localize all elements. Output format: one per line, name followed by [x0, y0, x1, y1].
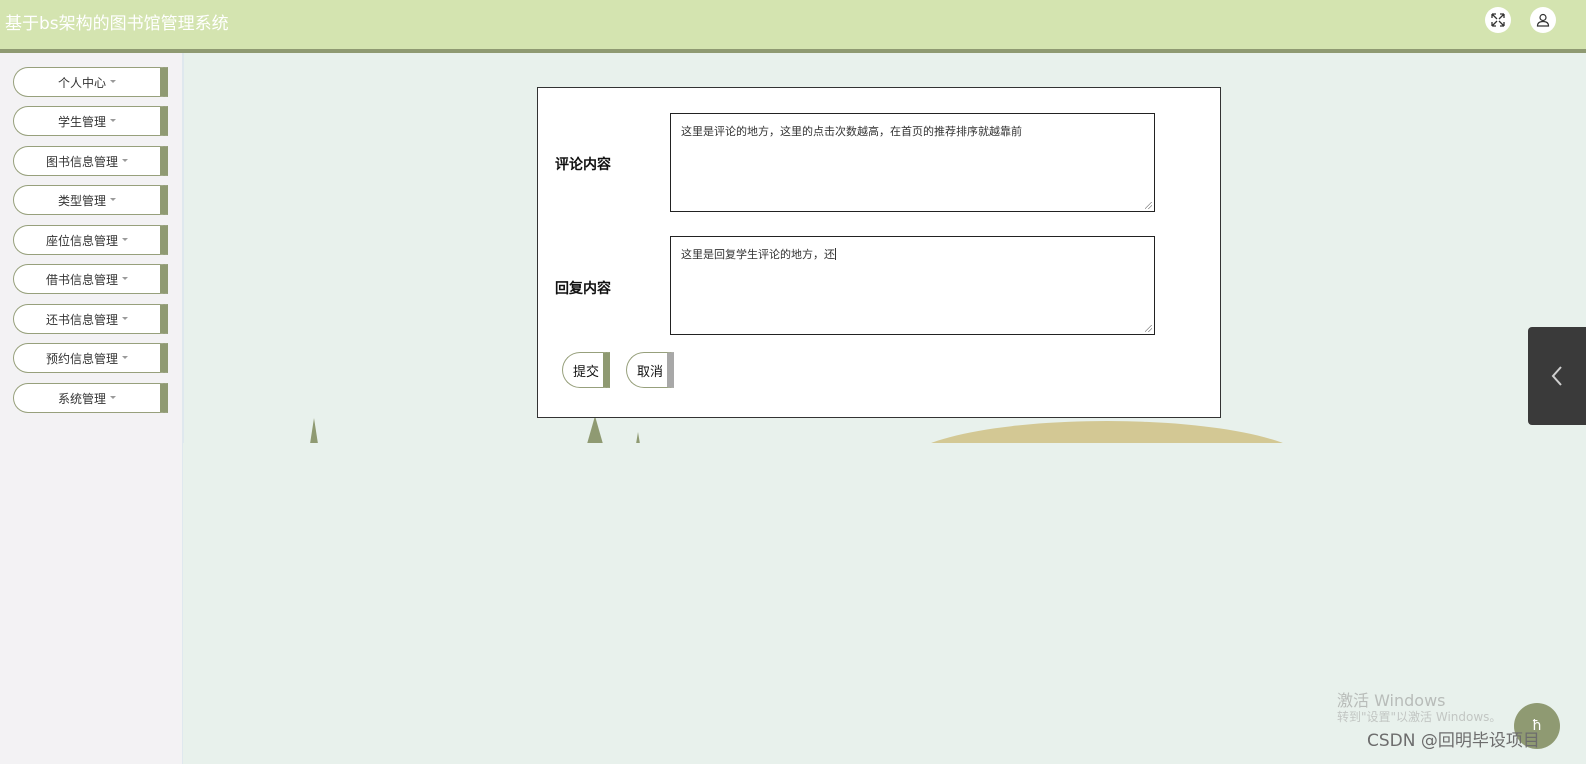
caret-down-icon — [122, 276, 128, 280]
sidebar-item-personal-center[interactable]: 个人中心 — [13, 67, 168, 97]
user-menu-button[interactable] — [1530, 7, 1556, 33]
caret-down-icon — [122, 316, 128, 320]
sidebar-item-label: 还书信息管理 — [45, 312, 118, 327]
reply-textarea[interactable]: 这里是回复学生评论的地方，还 — [670, 236, 1155, 335]
sidebar-item-label: 系统管理 — [57, 391, 106, 406]
sidebar-item-label: 座位信息管理 — [45, 233, 118, 248]
sidebar-item-label: 图书信息管理 — [45, 154, 118, 169]
resize-grip-icon[interactable] — [1145, 202, 1152, 209]
sidebar-item-label: 类型管理 — [57, 193, 106, 208]
caret-down-icon — [110, 395, 116, 399]
sidebar-item-reservation-info[interactable]: 预约信息管理 — [13, 343, 168, 373]
submit-button[interactable]: 提交 — [562, 352, 610, 388]
sidebar: 个人中心 学生管理 图书信息管理 类型管理 座位信息管理 借书信息管理 还书信息… — [0, 53, 184, 764]
sidebar-item-return-info[interactable]: 还书信息管理 — [13, 304, 168, 334]
user-icon — [1536, 13, 1550, 27]
comment-text: 这里是评论的地方，这里的点击次数越高，在首页的推荐排序就越靠前 — [681, 125, 1022, 138]
sidebar-item-label: 个人中心 — [57, 75, 106, 90]
cancel-button[interactable]: 取消 — [626, 352, 674, 388]
sidebar-item-label: 学生管理 — [57, 114, 106, 129]
caret-down-icon — [122, 355, 128, 359]
activation-watermark-subtitle: 转到"设置"以激活 Windows。 — [1337, 710, 1502, 724]
csdn-watermark: CSDN @回明毕设项目 — [1367, 731, 1540, 751]
decor-tree — [310, 418, 318, 444]
resize-grip-icon[interactable] — [1145, 325, 1152, 332]
sidebar-item-book-info[interactable]: 图书信息管理 — [13, 146, 168, 176]
caret-down-icon — [122, 237, 128, 241]
sidebar-item-type-management[interactable]: 类型管理 — [13, 185, 168, 215]
top-header: 基于bs架构的图书馆管理系统 — [0, 0, 1586, 53]
text-caret — [835, 248, 836, 260]
sidebar-item-label: 预约信息管理 — [45, 351, 118, 366]
decor-tree — [587, 416, 603, 444]
sidebar-item-borrow-info[interactable]: 借书信息管理 — [13, 264, 168, 294]
caret-down-icon — [122, 158, 128, 162]
sidebar-item-seat-info[interactable]: 座位信息管理 — [13, 225, 168, 255]
fullscreen-button[interactable] — [1485, 7, 1511, 33]
comment-label: 评论内容 — [555, 157, 611, 173]
reply-label: 回复内容 — [555, 281, 611, 297]
sidebar-item-label: 借书信息管理 — [45, 272, 118, 287]
collapse-panel-tab[interactable] — [1528, 327, 1586, 425]
sidebar-item-student-management[interactable]: 学生管理 — [13, 106, 168, 136]
caret-down-icon — [110, 79, 116, 83]
caret-down-icon — [110, 118, 116, 122]
reply-form: 评论内容 这里是评论的地方，这里的点击次数越高，在首页的推荐排序就越靠前 回复内… — [537, 87, 1221, 418]
app-title: 基于bs架构的图书馆管理系统 — [5, 14, 229, 34]
reply-text: 这里是回复学生评论的地方，还 — [681, 248, 835, 261]
chevron-left-icon — [1551, 366, 1562, 386]
sidebar-item-system-management[interactable]: 系统管理 — [13, 383, 168, 413]
comment-textarea[interactable]: 这里是评论的地方，这里的点击次数越高，在首页的推荐排序就越靠前 — [670, 113, 1155, 212]
caret-down-icon — [110, 197, 116, 201]
expand-icon — [1491, 13, 1505, 27]
